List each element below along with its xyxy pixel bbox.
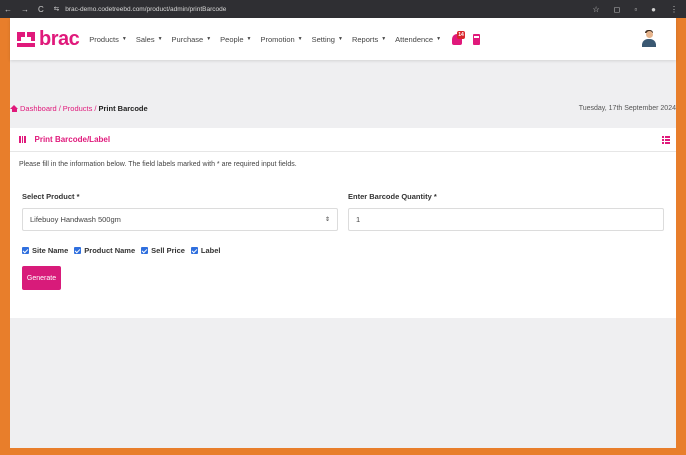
avatar-head xyxy=(645,31,653,38)
menu-label: Reports xyxy=(351,34,379,44)
notification-bell-icon[interactable]: 14 xyxy=(451,31,466,46)
menu-sales[interactable]: Sales ▼ xyxy=(136,35,163,44)
card-title: Print Barcode/Label xyxy=(34,135,111,144)
product-select-value: Lifebuoy Handwash 500gm xyxy=(30,215,121,224)
caret-down-icon: ▼ xyxy=(157,36,163,42)
form-hint: Please fill in the information below. Th… xyxy=(19,161,297,168)
profile-icon[interactable]: ● xyxy=(651,5,656,14)
breadcrumb-products[interactable]: Products xyxy=(63,104,93,113)
site-info-icon[interactable]: ⇆ xyxy=(54,5,59,13)
menu-label: Setting xyxy=(311,34,335,44)
checkbox-label-field[interactable]: Label xyxy=(190,246,221,255)
bookmark-star-icon[interactable]: ☆ xyxy=(593,5,600,14)
menu-label: Promotion xyxy=(260,34,295,44)
quantity-label: Enter Barcode Quantity * xyxy=(348,192,437,201)
quantity-input[interactable]: 1 xyxy=(348,208,664,231)
checkbox-site-name[interactable]: Site Name xyxy=(22,246,68,255)
menu-label: Purchase xyxy=(171,34,204,44)
breadcrumb-separator: / xyxy=(58,103,61,113)
address-bar[interactable]: ⇆ brac-demo.codetreebd.com/product/admin… xyxy=(54,5,227,14)
checkbox-group: Site Name Product Name Sell Price Label xyxy=(10,246,676,255)
card-header: Print Barcode/Label xyxy=(10,128,676,152)
bars-icon xyxy=(19,136,26,143)
menu-label: Products xyxy=(89,34,119,44)
caret-down-icon: ▼ xyxy=(381,36,387,42)
breadcrumb-current: Print Barcode xyxy=(98,103,148,113)
back-icon[interactable]: ← xyxy=(4,5,12,14)
sidebar-icon[interactable]: ▫ xyxy=(634,5,637,14)
browser-toolbar: ← → C ⇆ brac-demo.codetreebd.com/product… xyxy=(0,0,686,18)
caret-down-icon: ▼ xyxy=(246,36,252,42)
checkbox-checked-icon[interactable] xyxy=(74,247,82,254)
menu-label: Sales xyxy=(135,34,155,44)
extensions-icon[interactable]: ◻ xyxy=(614,5,621,14)
checkbox-checked-icon[interactable] xyxy=(190,247,198,254)
breadcrumb-separator: / xyxy=(94,103,97,113)
menu-dots-icon[interactable]: ⋮ xyxy=(670,5,678,14)
menu-people[interactable]: People ▼ xyxy=(220,35,251,44)
caret-down-icon: ▼ xyxy=(297,36,303,42)
forward-icon[interactable]: → xyxy=(21,5,29,14)
menu-reports[interactable]: Reports ▼ xyxy=(352,35,386,44)
product-field: Select Product * Lifebuoy Handwash 500gm… xyxy=(22,192,338,231)
generate-button[interactable]: Generate xyxy=(22,266,61,290)
checkbox-label: Site Name xyxy=(32,246,69,255)
avatar-body xyxy=(642,39,656,47)
quantity-value: 1 xyxy=(356,215,361,224)
user-avatar[interactable] xyxy=(642,30,656,47)
breadcrumb-dashboard[interactable]: Dashboard xyxy=(20,104,57,113)
url-text: brac-demo.codetreebd.com/product/admin/p… xyxy=(65,5,227,13)
calculator-icon[interactable] xyxy=(473,33,481,45)
main-menu: Products ▼ Sales ▼ Purchase ▼ People ▼ Promo… xyxy=(89,35,441,44)
brac-logo-icon xyxy=(17,32,35,47)
breadcrumb: Dashboard / Products / Print Barcode xyxy=(10,104,148,113)
caret-down-icon: ▼ xyxy=(436,36,442,42)
list-menu-icon[interactable] xyxy=(662,135,670,144)
browser-actions: ☆ ◻ ▫ ● ⋮ xyxy=(593,5,686,14)
checkbox-sell-price[interactable]: Sell Price xyxy=(141,246,185,255)
print-barcode-card: Print Barcode/Label Please fill in the i… xyxy=(10,128,676,318)
brand-name: brac xyxy=(39,27,80,50)
checkbox-label: Label xyxy=(200,246,221,255)
brand-logo[interactable]: brac xyxy=(15,27,80,51)
caret-down-icon: ▼ xyxy=(206,36,212,42)
notification-badge: 14 xyxy=(457,31,466,39)
product-label: Select Product * xyxy=(22,192,80,201)
reload-icon[interactable]: C xyxy=(38,5,44,14)
browser-nav: ← → C xyxy=(0,5,44,14)
menu-setting[interactable]: Setting ▼ xyxy=(312,35,343,44)
home-icon xyxy=(10,104,18,112)
quantity-field: Enter Barcode Quantity * 1 xyxy=(348,192,664,231)
checkbox-product-name[interactable]: Product Name xyxy=(74,246,135,255)
checkbox-checked-icon[interactable] xyxy=(22,247,29,254)
checkbox-checked-icon[interactable] xyxy=(141,247,149,254)
app-frame: brac Products ▼ Sales ▼ Purchase ▼ People ▼ … xyxy=(10,18,676,448)
menu-products[interactable]: Products ▼ xyxy=(89,35,127,44)
checkbox-label: Sell Price xyxy=(151,246,185,255)
caret-down-icon: ▼ xyxy=(337,36,343,42)
caret-down-icon: ▼ xyxy=(121,36,127,42)
select-arrows-icon: ⇕ xyxy=(324,217,330,223)
form-row: Select Product * Lifebuoy Handwash 500gm… xyxy=(10,192,676,231)
menu-purchase[interactable]: Purchase ▼ xyxy=(172,35,212,44)
menu-attendence[interactable]: Attendence ▼ xyxy=(395,35,441,44)
menu-label: Attendence xyxy=(395,34,434,44)
top-navbar: brac Products ▼ Sales ▼ Purchase ▼ People ▼ … xyxy=(10,18,676,60)
menu-promotion[interactable]: Promotion ▼ xyxy=(260,35,302,44)
current-date: Tuesday, 17th September 2024 xyxy=(578,104,676,112)
menu-label: People xyxy=(220,34,244,44)
checkbox-label: Product Name xyxy=(84,246,136,255)
breadcrumb-row: Dashboard / Products / Print Barcode Tue… xyxy=(10,101,676,115)
product-select[interactable]: Lifebuoy Handwash 500gm ⇕ xyxy=(22,208,338,231)
